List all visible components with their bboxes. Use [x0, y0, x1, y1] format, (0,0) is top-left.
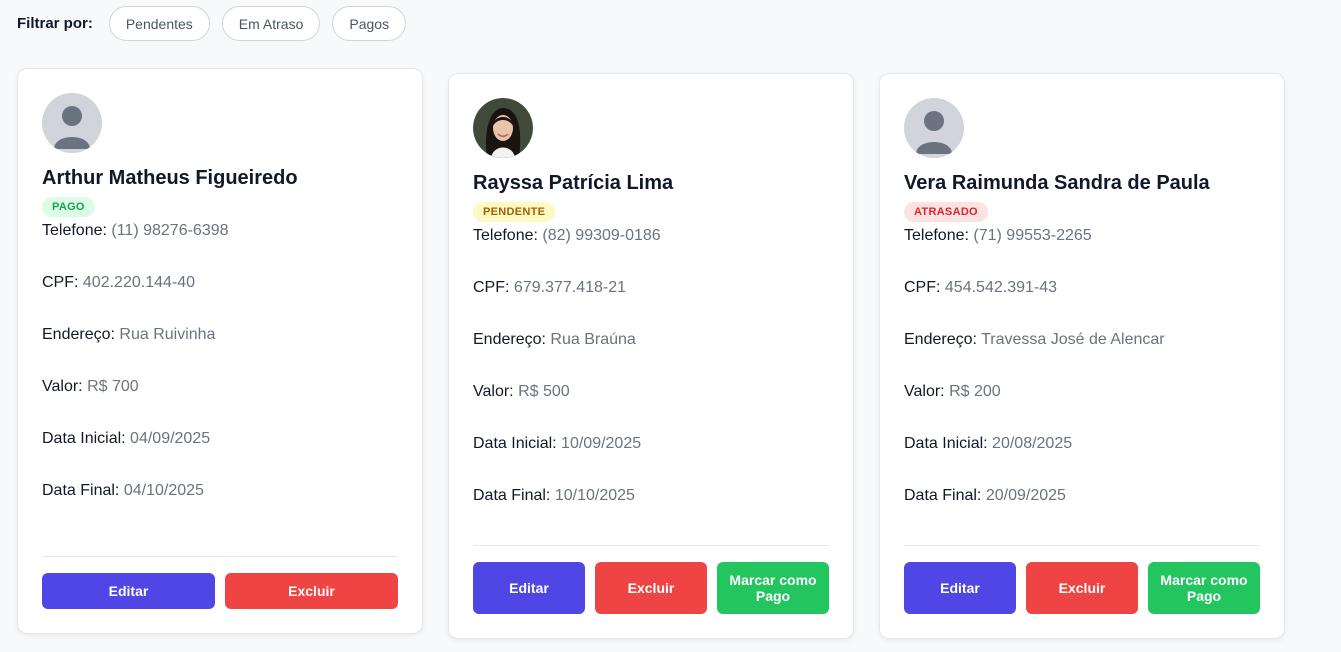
cpf-field: CPF: 402.220.144-40: [42, 273, 398, 325]
value-field: Valor: R$ 700: [42, 377, 398, 429]
cpf-label: CPF:: [904, 279, 941, 296]
end-date-field: Data Final: 20/09/2025: [904, 486, 1260, 538]
address-field: Endereço: Rua Braúna: [473, 330, 829, 382]
value-field: Valor: R$ 200: [904, 382, 1260, 434]
start-date-field: Data Inicial: 04/09/2025: [42, 429, 398, 481]
user-photo: [473, 98, 533, 158]
user-silhouette-icon: [904, 98, 964, 158]
end-date-label: Data Final:: [904, 487, 982, 504]
client-card: Vera Raimunda Sandra de Paula ATRASADO T…: [879, 73, 1285, 639]
end-date-value: 20/09/2025: [985, 487, 1066, 504]
end-date-field: Data Final: 10/10/2025: [473, 486, 829, 538]
edit-button[interactable]: Editar: [904, 562, 1016, 614]
cpf-field: CPF: 679.377.418-21: [473, 278, 829, 330]
start-date-field: Data Inicial: 20/08/2025: [904, 434, 1260, 486]
cpf-label: CPF:: [473, 279, 510, 296]
phone-label: Telefone:: [473, 227, 538, 244]
divider: [904, 545, 1260, 546]
phone-label: Telefone:: [42, 222, 107, 239]
phone-value: (71) 99553-2265: [973, 227, 1092, 244]
value-field: Valor: R$ 500: [473, 382, 829, 434]
delete-button[interactable]: Excluir: [225, 573, 398, 609]
address-field: Endereço: Rua Ruivinha: [42, 325, 398, 377]
value-label: Valor:: [904, 383, 945, 400]
cpf-label: CPF:: [42, 274, 79, 291]
status-badge: PENDENTE: [473, 202, 556, 222]
divider: [42, 556, 398, 557]
filter-pendentes-button[interactable]: Pendentes: [108, 6, 210, 41]
value-label: Valor:: [42, 378, 83, 395]
address-label: Endereço:: [42, 326, 115, 343]
value-value: R$ 700: [87, 378, 139, 395]
delete-button[interactable]: Excluir: [595, 562, 707, 614]
phone-field: Telefone: (82) 99309-0186: [473, 226, 829, 278]
client-card: Arthur Matheus Figueiredo PAGO Telefone:…: [17, 68, 423, 634]
edit-button[interactable]: Editar: [42, 573, 215, 609]
cpf-value: 454.542.391-43: [944, 279, 1058, 296]
phone-value: (11) 98276-6398: [111, 222, 229, 239]
filter-label: Filtrar por:: [17, 15, 93, 32]
end-date-label: Data Final:: [42, 482, 120, 499]
cpf-field: CPF: 454.542.391-43: [904, 278, 1260, 330]
address-field: Endereço: Travessa José de Alencar: [904, 330, 1260, 382]
client-name: Arthur Matheus Figueiredo: [42, 167, 298, 189]
filter-pagos-button[interactable]: Pagos: [332, 6, 407, 41]
start-date-label: Data Inicial:: [904, 435, 988, 452]
start-date-field: Data Inicial: 10/09/2025: [473, 434, 829, 486]
start-date-value: 04/09/2025: [130, 430, 211, 447]
cpf-value: 679.377.418-21: [513, 279, 627, 296]
card-actions: Editar Excluir Marcar como Pago: [904, 562, 1260, 614]
end-date-value: 10/10/2025: [554, 487, 635, 504]
address-label: Endereço:: [473, 331, 546, 348]
address-value: Travessa José de Alencar: [981, 331, 1165, 348]
client-card: Rayssa Patrícia Lima PENDENTE Telefone: …: [448, 73, 854, 639]
end-date-field: Data Final: 04/10/2025: [42, 481, 398, 533]
start-date-value: 10/09/2025: [561, 435, 642, 452]
card-actions: Editar Excluir Marcar como Pago: [473, 562, 829, 614]
start-date-label: Data Inicial:: [42, 430, 126, 447]
client-name: Rayssa Patrícia Lima: [473, 172, 674, 194]
user-silhouette-icon: [42, 93, 102, 153]
start-date-label: Data Inicial:: [473, 435, 557, 452]
filter-bar: Filtrar por: Pendentes Em Atraso Pagos: [17, 6, 418, 41]
phone-field: Telefone: (71) 99553-2265: [904, 226, 1260, 278]
address-value: Rua Ruivinha: [119, 326, 216, 343]
divider: [473, 545, 829, 546]
address-value: Rua Braúna: [550, 331, 636, 348]
value-label: Valor:: [473, 383, 514, 400]
filter-em-atraso-button[interactable]: Em Atraso: [221, 6, 321, 41]
cpf-value: 402.220.144-40: [82, 274, 196, 291]
delete-button[interactable]: Excluir: [1026, 562, 1138, 614]
status-badge: ATRASADO: [904, 202, 988, 222]
phone-field: Telefone: (11) 98276-6398: [42, 221, 398, 273]
mark-paid-button[interactable]: Marcar como Pago: [1148, 562, 1260, 614]
end-date-label: Data Final:: [473, 487, 551, 504]
client-name: Vera Raimunda Sandra de Paula: [904, 172, 1210, 194]
address-label: Endereço:: [904, 331, 977, 348]
card-actions: Editar Excluir: [42, 573, 398, 609]
value-value: R$ 500: [518, 383, 570, 400]
edit-button[interactable]: Editar: [473, 562, 585, 614]
start-date-value: 20/08/2025: [992, 435, 1073, 452]
phone-value: (82) 99309-0186: [542, 227, 661, 244]
end-date-value: 04/10/2025: [123, 482, 204, 499]
phone-label: Telefone:: [904, 227, 969, 244]
mark-paid-button[interactable]: Marcar como Pago: [717, 562, 829, 614]
status-badge: PAGO: [42, 197, 95, 217]
value-value: R$ 200: [949, 383, 1001, 400]
